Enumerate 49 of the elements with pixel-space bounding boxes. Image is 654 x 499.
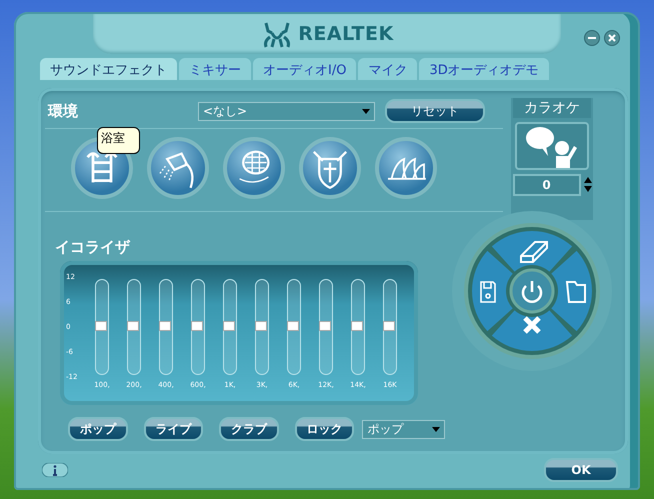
down-arrow-icon: [584, 186, 592, 192]
slider-thumb[interactable]: [95, 321, 107, 331]
close-icon: [608, 34, 616, 42]
tab[interactable]: 3Dオーディオデモ: [419, 58, 549, 80]
slider-thumb[interactable]: [255, 321, 267, 331]
caret-icon: [362, 108, 370, 114]
spin-up-button[interactable]: [584, 177, 592, 184]
minimize-button[interactable]: [584, 30, 600, 46]
environment-label: 環境: [46, 102, 79, 120]
slider-thumb[interactable]: [223, 321, 235, 331]
tab[interactable]: マイク: [358, 58, 418, 80]
slider-thumb[interactable]: [191, 321, 203, 331]
tab[interactable]: サウンドエフェクト: [40, 58, 177, 80]
logo-text: REALTEK: [298, 23, 394, 45]
power-icon: [522, 280, 542, 303]
preset-button[interactable]: ロック: [294, 417, 354, 441]
slider-thumb[interactable]: [351, 321, 363, 331]
close-icon: [522, 316, 542, 334]
save-button[interactable]: [472, 250, 513, 332]
delete-button[interactable]: [492, 310, 572, 351]
slider-thumb[interactable]: [319, 321, 331, 331]
slider-thumb[interactable]: [287, 321, 299, 331]
equalizer-label: イコライザ: [54, 237, 132, 258]
info-button[interactable]: [42, 463, 68, 477]
tooltip: 浴室: [97, 127, 140, 154]
minimize-icon: [588, 34, 596, 42]
tab[interactable]: オーディオI/O: [253, 58, 356, 80]
karaoke-title: カラオケ: [513, 98, 591, 118]
karaoke-value-field[interactable]: 0: [512, 174, 580, 196]
eraser-icon: [520, 241, 548, 263]
caret-icon: [432, 426, 440, 432]
slider-thumb[interactable]: [383, 321, 395, 331]
info-icon: [42, 463, 68, 477]
clear-button[interactable]: [492, 231, 572, 272]
preset-button[interactable]: ライブ: [144, 417, 204, 441]
open-button[interactable]: [551, 250, 592, 332]
close-button[interactable]: [604, 30, 620, 46]
karaoke-button[interactable]: [515, 122, 589, 170]
spin-down-button[interactable]: [584, 186, 592, 193]
reset-button[interactable]: リセット: [385, 99, 485, 123]
slider-thumb[interactable]: [159, 321, 171, 331]
preset-button[interactable]: クラブ: [219, 417, 279, 441]
ok-button[interactable]: OK: [544, 458, 618, 482]
up-arrow-icon: [584, 177, 592, 183]
preset-button[interactable]: ポップ: [68, 417, 128, 441]
folder-icon: [566, 281, 586, 303]
slider-thumb[interactable]: [127, 321, 139, 331]
power-button[interactable]: [510, 268, 554, 314]
tab[interactable]: ミキサー: [179, 58, 251, 80]
